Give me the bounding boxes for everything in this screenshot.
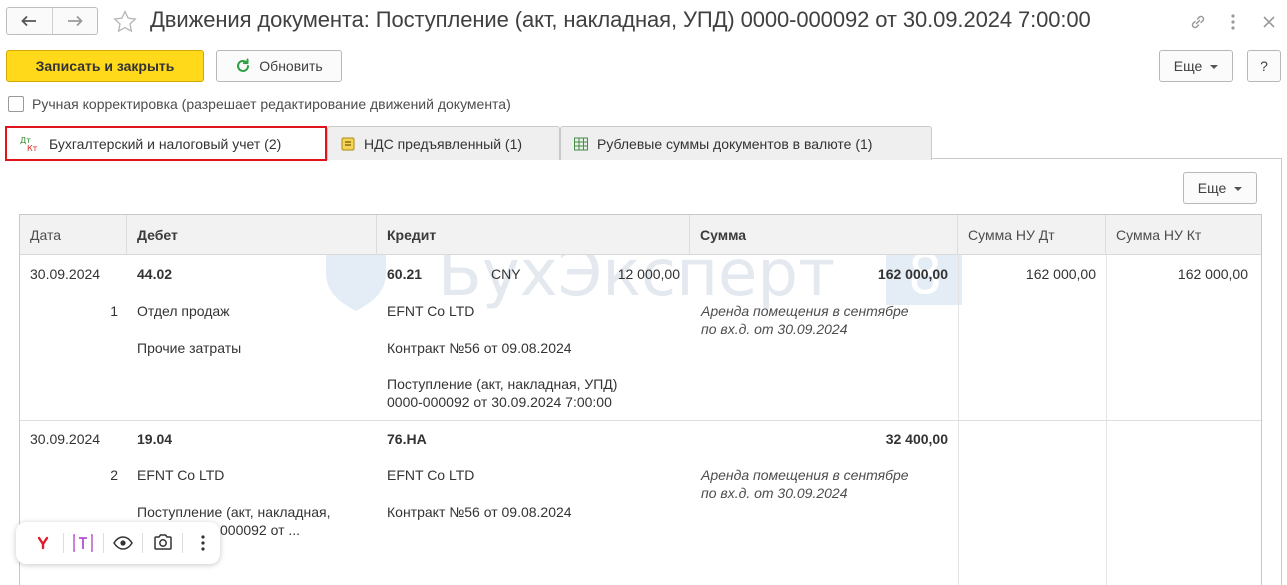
row1-content-2: по вх.д. от 30.09.2024	[701, 321, 848, 337]
toolbar-divider	[62, 533, 64, 553]
grid-header: Дата Дебет Кредит Сумма Сумма НУ Дт Сумм…	[20, 215, 1261, 255]
tab-bar: Дт Кт Бухгалтерский и налоговый учет (2)…	[0, 124, 1287, 161]
navigation-buttons	[6, 7, 98, 35]
refresh-label: Обновить	[259, 58, 323, 74]
kt-label: Кт	[27, 144, 38, 153]
row2-date: 30.09.2024	[30, 431, 101, 447]
register-icon	[340, 136, 356, 152]
col-date[interactable]: Дата	[20, 215, 127, 255]
arrow-right-icon	[67, 15, 83, 27]
eye-button[interactable]	[106, 528, 141, 558]
tab-vat-claimed-label: НДС предъявленный (1)	[364, 135, 523, 152]
tab-ruble-amounts[interactable]: Рублевые суммы документов в валюте (1)	[560, 126, 932, 160]
col-sum-nu-dt[interactable]: Сумма НУ Дт	[958, 215, 1106, 255]
grid-more-button[interactable]: Еще	[1183, 172, 1257, 204]
row1-credit-subconto-1: EFNT Co LTD	[387, 303, 475, 319]
screenshot-icon	[154, 534, 172, 550]
row2-credit-subconto-2: Контракт №56 от 09.08.2024	[387, 504, 572, 520]
manual-correction-row[interactable]: Ручная корректировка (разрешает редактир…	[8, 94, 511, 114]
floatbar-more-button[interactable]	[185, 528, 220, 558]
col-sum[interactable]: Сумма	[690, 215, 958, 255]
row2-content-1: Аренда помещения в сентябре	[701, 467, 909, 483]
toolbar-divider	[102, 533, 104, 553]
row1-credit-subconto-2: Контракт №56 от 09.08.2024	[387, 340, 572, 356]
screenshot-button[interactable]	[145, 528, 180, 558]
window-title: Движения документа: Поступление (акт, на…	[150, 7, 1091, 32]
more-vertical-icon	[1231, 14, 1235, 30]
tab-accounting-tax[interactable]: Дт Кт Бухгалтерский и налоговый учет (2)	[5, 126, 327, 161]
row1-credit-subconto-3b: 0000-000092 от 30.09.2024 7:00:00	[387, 394, 612, 410]
translate-icon	[73, 534, 93, 552]
row1-debit-subconto-2: Прочие затраты	[137, 340, 242, 356]
toolbar-divider	[182, 533, 184, 553]
row2-debit-subconto-2b: 000092 от ...	[220, 522, 301, 538]
more-actions-button[interactable]	[1220, 9, 1246, 35]
manual-correction-label[interactable]: Ручная корректировка (разрешает редактир…	[32, 96, 511, 112]
back-button[interactable]	[7, 8, 52, 34]
star-icon	[113, 9, 137, 33]
tab-baseline	[932, 158, 1282, 159]
row1-credit-account: 60.21	[387, 266, 423, 282]
row1-number: 1	[110, 303, 118, 319]
row-divider	[20, 420, 1261, 421]
row1-content-1: Аренда помещения в сентябре	[701, 303, 909, 319]
manual-correction-checkbox[interactable]	[8, 96, 24, 112]
row1-date: 30.09.2024	[30, 266, 101, 282]
link-button[interactable]	[1185, 9, 1211, 35]
row2-debit-subconto-1: EFNT Co LTD	[137, 467, 225, 483]
row1-currency: CNY	[491, 266, 521, 282]
favorite-button[interactable]	[110, 7, 140, 37]
more-vertical-icon	[200, 535, 205, 551]
col-sum-nu-kt[interactable]: Сумма НУ Кт	[1106, 215, 1261, 255]
yandex-button[interactable]	[26, 528, 61, 558]
caret-down-icon	[1234, 187, 1243, 191]
grid-more-label: Еще	[1197, 180, 1227, 196]
refresh-button[interactable]: Обновить	[216, 50, 342, 82]
forward-button[interactable]	[51, 8, 97, 34]
close-button[interactable]	[1256, 9, 1282, 35]
row2-debit-subconto-2a: Поступление (акт, накладная,	[137, 504, 331, 520]
col-debit[interactable]: Дебет	[127, 215, 377, 255]
arrow-left-icon	[21, 15, 37, 27]
yandex-icon	[35, 535, 52, 551]
row2-credit-subconto-1: EFNT Co LTD	[387, 467, 475, 483]
tab-ruble-amounts-label: Рублевые суммы документов в валюте (1)	[597, 135, 873, 152]
help-button[interactable]: ?	[1247, 50, 1281, 82]
row1-debit-subconto-1: Отдел продаж	[137, 303, 230, 319]
row1-currency-amount: 12 000,00	[617, 266, 680, 282]
row1-sum-nu-dt: 162 000,00	[1025, 266, 1096, 282]
row1-sum-nu-kt: 162 000,00	[1177, 266, 1248, 282]
row2-credit-account: 76.НА	[387, 431, 427, 447]
row2-debit-account: 19.04	[137, 431, 173, 447]
tab-accounting-tax-label: Бухгалтерский и налоговый учет (2)	[49, 135, 282, 152]
eye-icon	[113, 536, 133, 550]
save-and-close-button[interactable]: Записать и закрыть	[6, 50, 204, 82]
translate-button[interactable]	[66, 528, 101, 558]
dt-kt-icon: Дт Кт	[19, 135, 41, 153]
title-bar: Движения документа: Поступление (акт, на…	[0, 0, 1287, 44]
more-menu-button[interactable]: Еще	[1159, 50, 1233, 82]
caret-down-icon	[1210, 65, 1219, 69]
more-menu-label: Еще	[1173, 58, 1203, 74]
row2-sum: 32 400,00	[885, 431, 948, 447]
close-icon	[1263, 16, 1275, 28]
toolbar-divider	[142, 533, 144, 553]
row1-sum: 162 000,00	[877, 266, 948, 282]
row2-number: 2	[110, 467, 118, 483]
link-icon	[1191, 15, 1205, 29]
row2-content-2: по вх.д. от 30.09.2024	[701, 485, 848, 501]
row1-credit-subconto-3a: Поступление (акт, накладная, УПД)	[387, 376, 618, 392]
panel-border	[1281, 158, 1282, 585]
row1-debit-account: 44.02	[137, 266, 173, 282]
table-icon	[573, 136, 589, 152]
col-credit[interactable]: Кредит	[377, 215, 690, 255]
refresh-icon	[237, 58, 250, 72]
tab-vat-claimed[interactable]: НДС предъявленный (1)	[327, 126, 560, 160]
floating-toolbar	[16, 522, 220, 564]
